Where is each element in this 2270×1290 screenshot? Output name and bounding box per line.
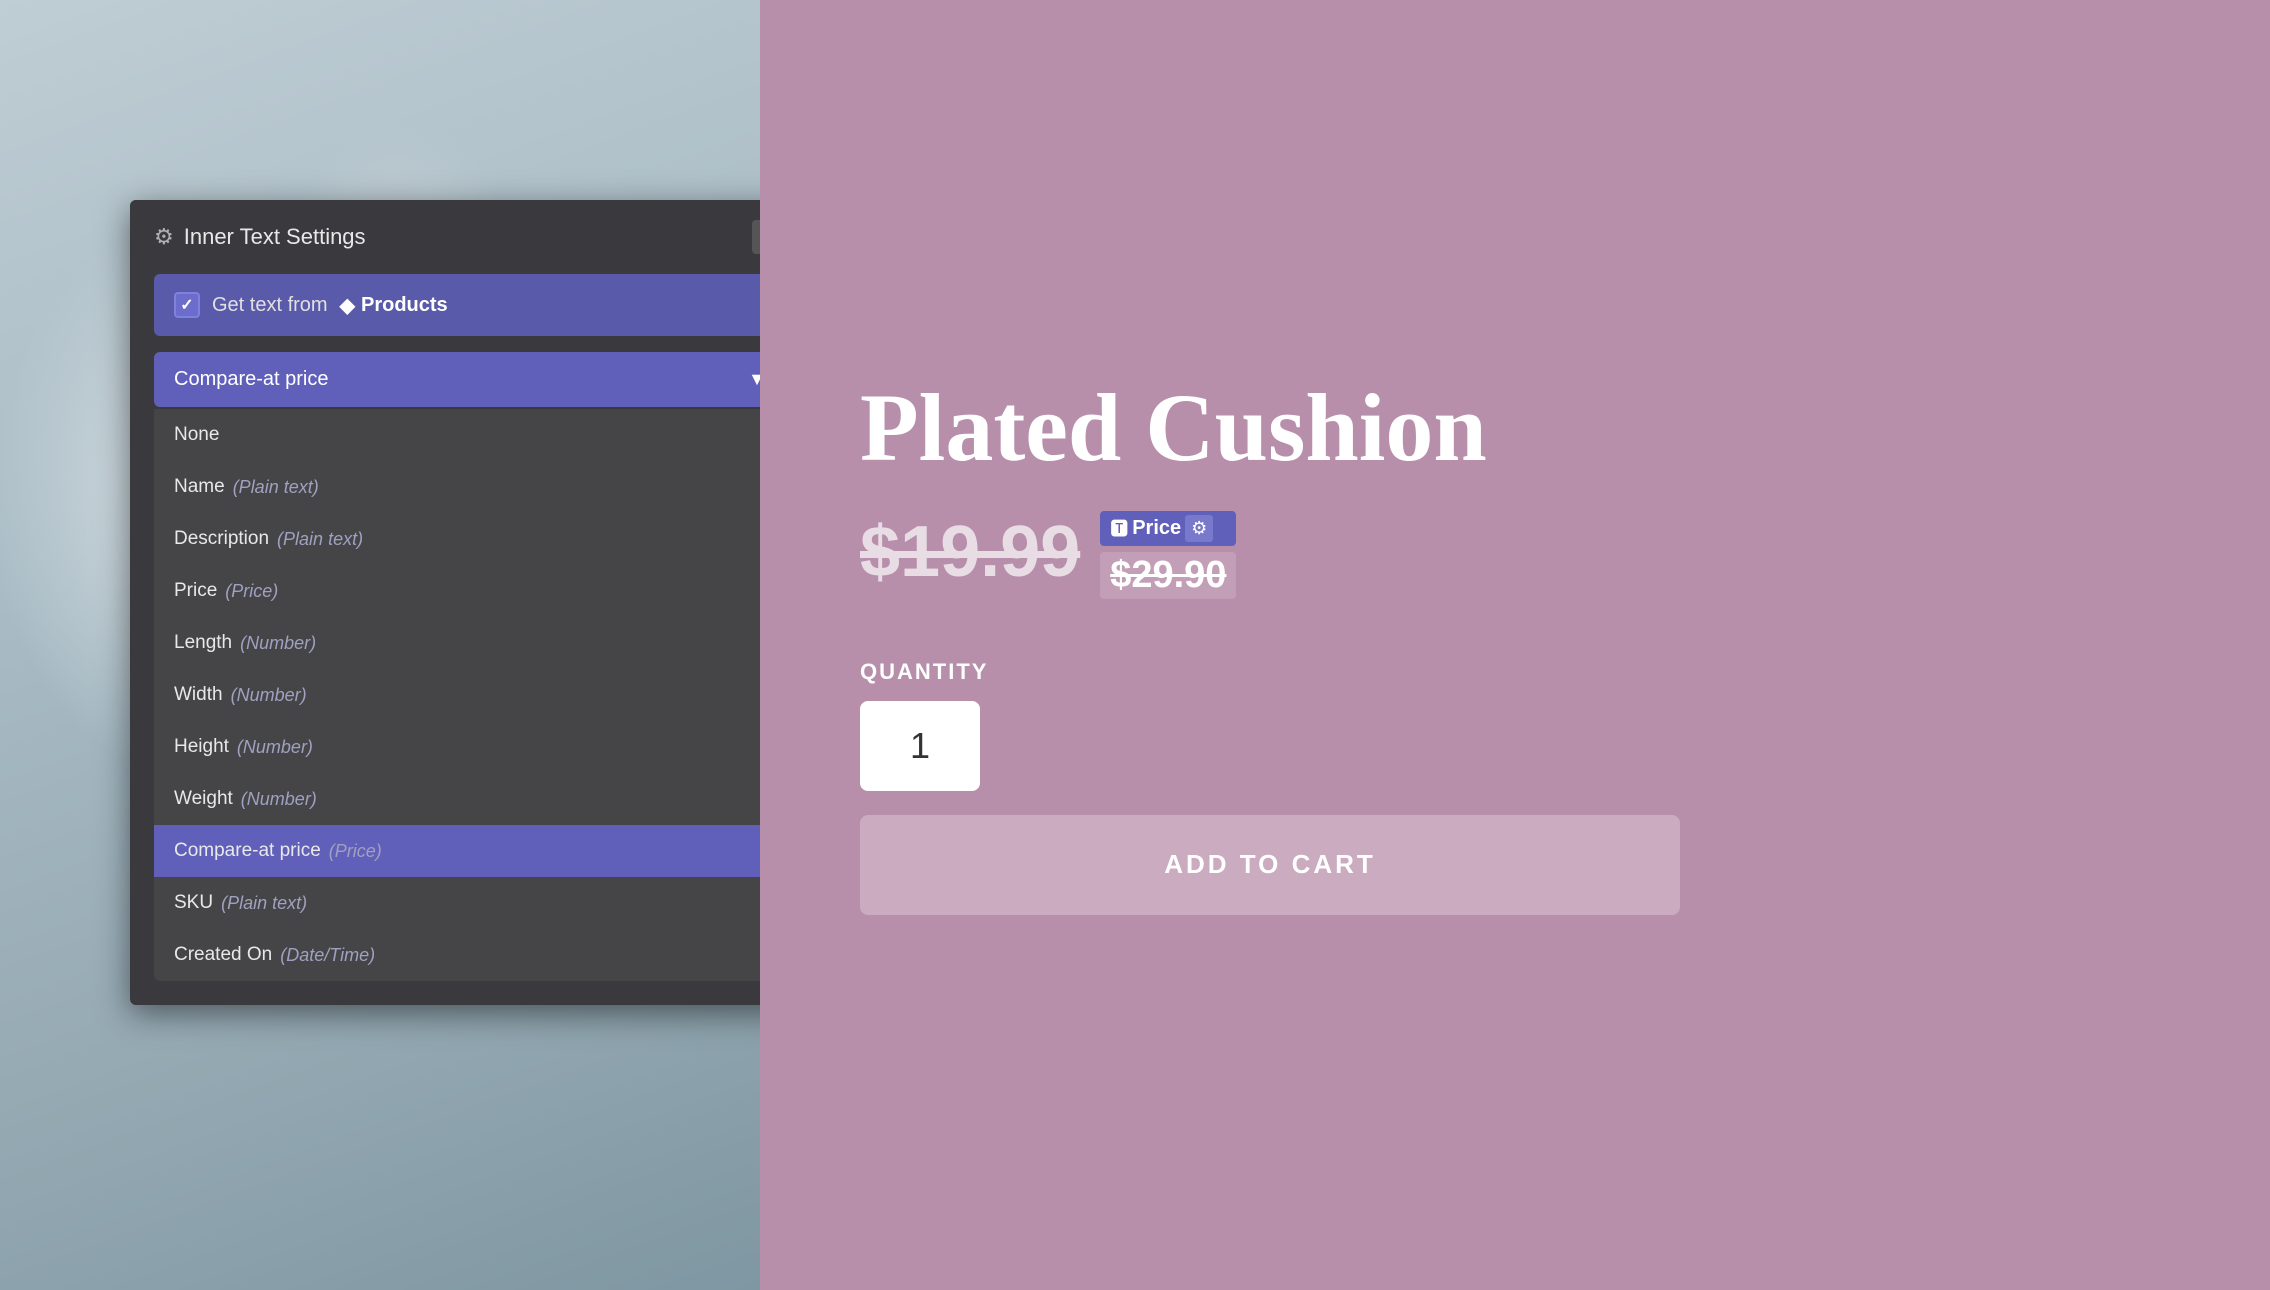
price-label-badge[interactable]: 🆃 Price ⚙ xyxy=(1100,511,1236,546)
add-to-cart-button[interactable]: ADD TO CART xyxy=(860,815,1680,915)
price-badge-group: 🆃 Price ⚙ $29.90 xyxy=(1100,511,1236,599)
dropdown-item-weight[interactable]: Weight (Number) xyxy=(154,773,760,825)
item-label: Description xyxy=(174,528,269,550)
checkbox[interactable]: ✓ xyxy=(174,292,200,318)
price-type-icon: 🆃 xyxy=(1110,515,1128,541)
quantity-label: QUANTITY xyxy=(860,659,2170,685)
price-badge-label: Price xyxy=(1132,517,1181,540)
price-gear-icon[interactable]: ⚙ xyxy=(1185,515,1213,542)
dropdown-selector[interactable]: Compare-at price ▼ xyxy=(154,352,760,407)
item-type: (Plain text) xyxy=(233,477,319,498)
product-panel: Plated Cushion $19.99 🆃 Price ⚙ $29.90 Q… xyxy=(760,0,2270,1290)
item-type: (Price) xyxy=(329,841,382,862)
dropdown-item-description[interactable]: Description (Plain text) xyxy=(154,513,760,565)
item-label: Price xyxy=(174,580,217,602)
main-price: $19.99 xyxy=(860,511,1080,593)
item-type: (Number) xyxy=(241,789,317,810)
item-type: (Plain text) xyxy=(221,893,307,914)
checkmark-icon: ✓ xyxy=(180,295,193,315)
dropdown-item-width[interactable]: Width (Number) xyxy=(154,669,760,721)
quantity-input[interactable]: 1 xyxy=(860,701,980,791)
modal-title-row: ⚙ Inner Text Settings xyxy=(154,224,366,250)
item-label: None xyxy=(174,424,219,446)
item-type: (Number) xyxy=(240,633,316,654)
left-panel: ⚙ Inner Text Settings × ✓ Get text from … xyxy=(0,0,760,1290)
item-label: Created On xyxy=(174,944,272,966)
item-label: Compare-at price xyxy=(174,840,321,862)
close-button[interactable]: × xyxy=(752,220,760,254)
products-label: Products xyxy=(361,294,448,317)
get-text-from-row[interactable]: ✓ Get text from ◆ Products xyxy=(154,274,760,336)
item-label: Height xyxy=(174,736,229,758)
selected-option-label: Compare-at price xyxy=(174,368,329,391)
modal-body: ✓ Get text from ◆ Products Compare-at pr… xyxy=(130,274,760,1005)
dropdown-item-none[interactable]: None xyxy=(154,409,760,461)
item-type: (Number) xyxy=(237,737,313,758)
item-label: Name xyxy=(174,476,225,498)
product-title: Plated Cushion xyxy=(860,375,2170,481)
modal-header: ⚙ Inner Text Settings × xyxy=(130,200,760,274)
gear-icon: ⚙ xyxy=(154,224,174,250)
item-label: Weight xyxy=(174,788,233,810)
products-badge: ◆ Products xyxy=(340,293,448,318)
dropdown-item-created-on[interactable]: Created On (Date/Time) xyxy=(154,929,760,981)
compare-price: $29.90 xyxy=(1100,552,1236,599)
item-type: (Number) xyxy=(231,685,307,706)
item-label: SKU xyxy=(174,892,213,914)
dropdown-item-name[interactable]: Name (Plain text) xyxy=(154,461,760,513)
inner-text-settings-modal: ⚙ Inner Text Settings × ✓ Get text from … xyxy=(130,200,760,1005)
dropdown-item-length[interactable]: Length (Number) xyxy=(154,617,760,669)
pin-icon: ◆ xyxy=(340,293,355,318)
dropdown-list: None Name (Plain text) Description (Plai… xyxy=(154,409,760,981)
item-type: (Plain text) xyxy=(277,529,363,550)
dropdown-arrow-icon: ▼ xyxy=(748,369,760,390)
dropdown-item-sku[interactable]: SKU (Plain text) xyxy=(154,877,760,929)
dropdown-item-height[interactable]: Height (Number) xyxy=(154,721,760,773)
item-label: Width xyxy=(174,684,223,706)
item-label: Length xyxy=(174,632,232,654)
price-row: $19.99 🆃 Price ⚙ $29.90 xyxy=(860,511,2170,599)
dropdown-item-compare-at-price[interactable]: Compare-at price (Price) xyxy=(154,825,760,877)
get-text-from-label: Get text from xyxy=(212,294,328,317)
modal-title: Inner Text Settings xyxy=(184,224,366,250)
item-type: (Price) xyxy=(225,581,278,602)
item-type: (Date/Time) xyxy=(280,945,375,966)
dropdown-item-price[interactable]: Price (Price) xyxy=(154,565,760,617)
